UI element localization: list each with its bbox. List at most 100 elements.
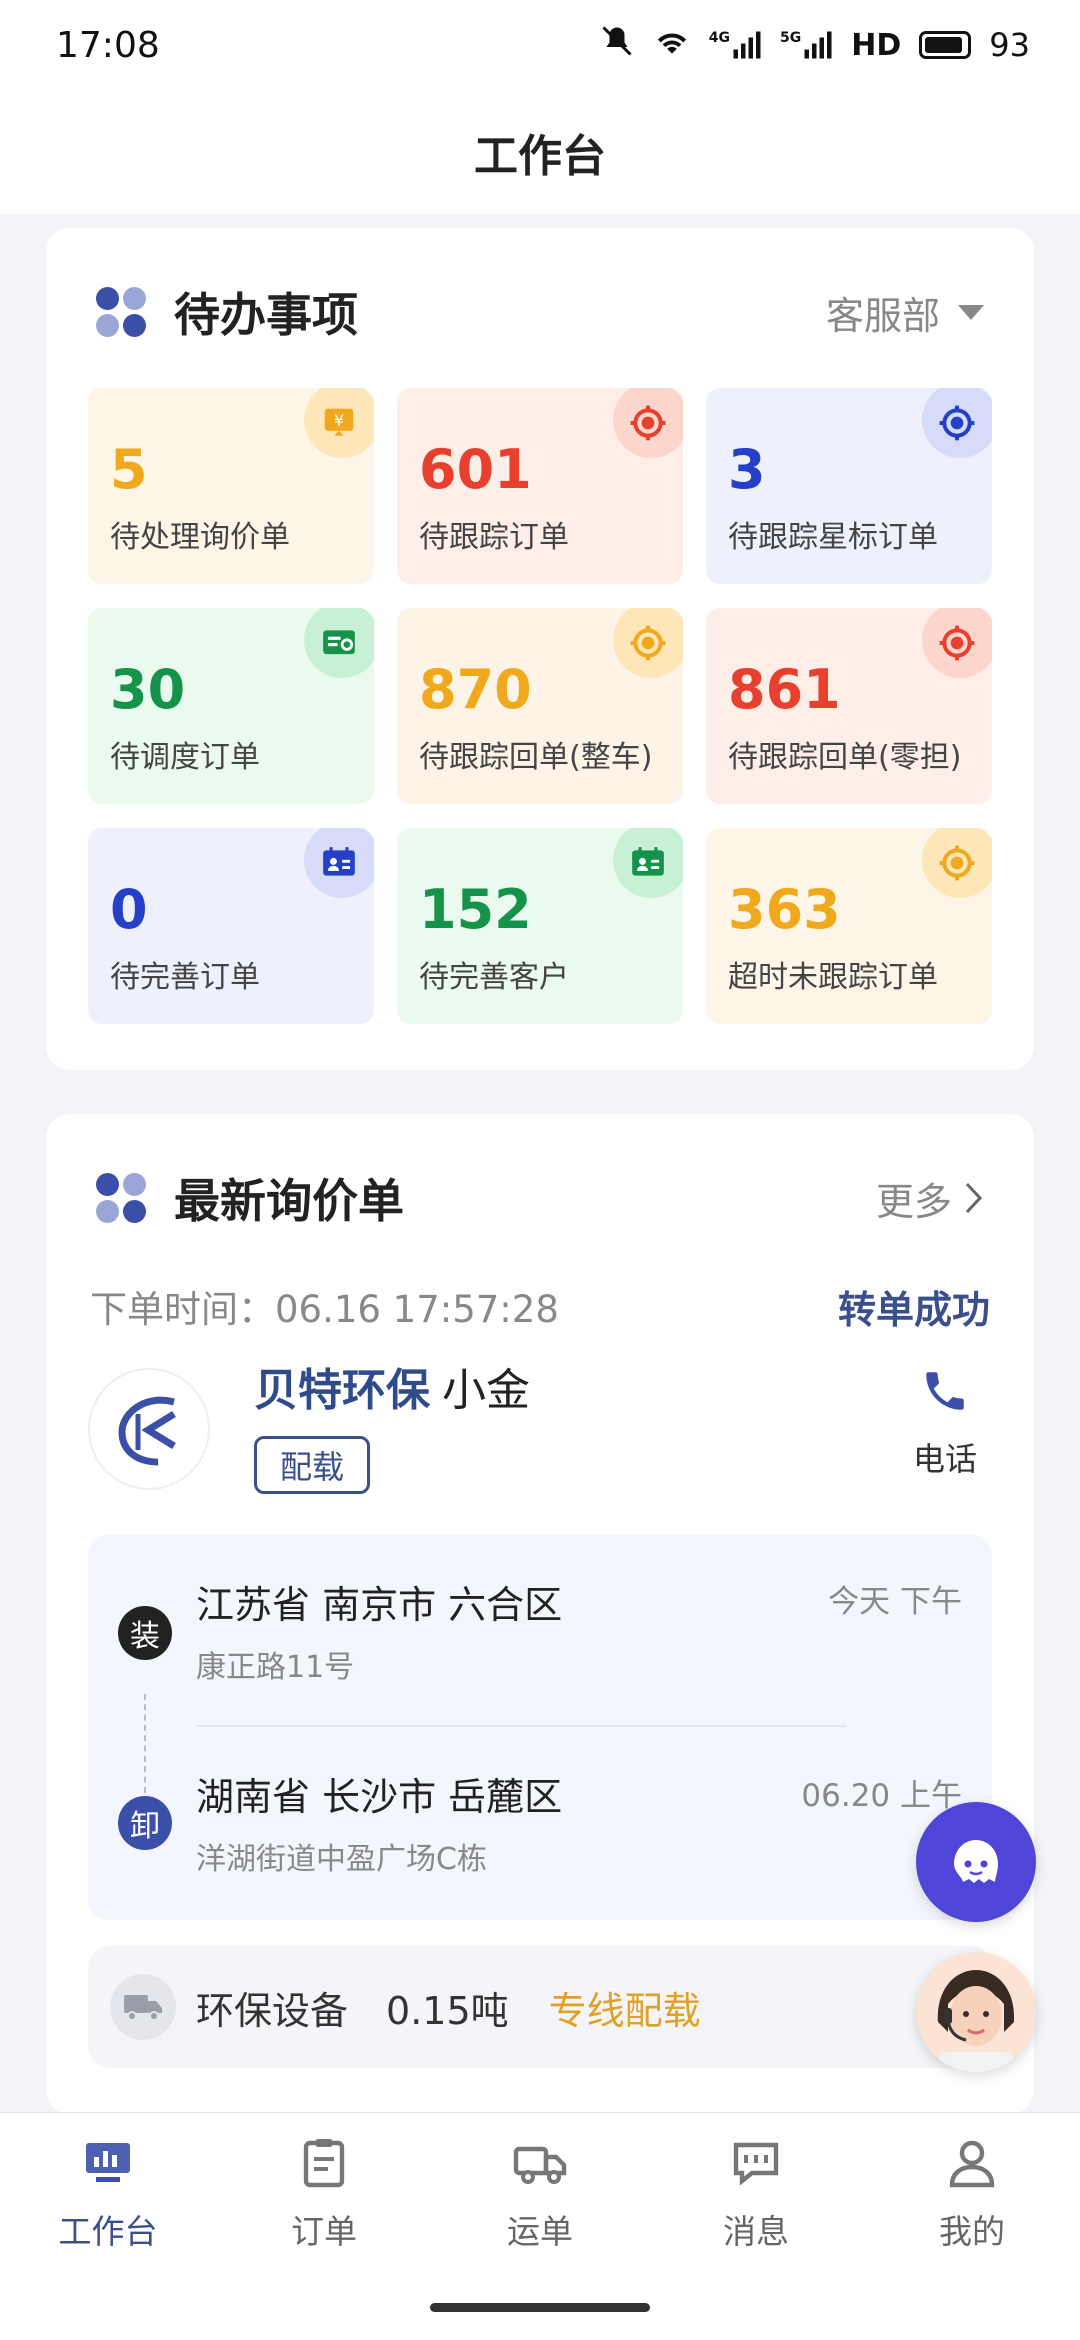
consolidation-tag: 配载 bbox=[254, 1436, 370, 1494]
tile-label: 待跟踪订单 bbox=[419, 520, 569, 555]
todo-tile[interactable]: 152 待完善客户 bbox=[397, 828, 683, 1024]
tile-count: 30 bbox=[110, 658, 186, 721]
inquiry-meta: 下单时间：06.16 17:57:28 转单成功 bbox=[90, 1276, 990, 1336]
phone-label: 电话 bbox=[912, 1440, 977, 1478]
todo-card: 待办事项 客服部 ¥5 待处理询价单 601 待跟踪订单 3 待跟踪星标订单 30 待调度订单… bbox=[46, 228, 1034, 1070]
department-label: 客服部 bbox=[825, 293, 940, 338]
load-city: 江苏省 南京市 六合区 bbox=[196, 1583, 563, 1627]
tile-label: 待处理询价单 bbox=[110, 520, 290, 555]
svg-text:¥: ¥ bbox=[334, 411, 344, 430]
company-row: 贝特环保 小金 bbox=[254, 1354, 530, 1418]
page-title: 工作台 bbox=[474, 131, 606, 182]
battery-icon bbox=[919, 31, 972, 59]
tile-label: 待跟踪回单(零担) bbox=[728, 740, 962, 775]
home-indicator[interactable] bbox=[430, 2303, 650, 2312]
unload-badge: 卸 bbox=[118, 1796, 172, 1850]
todo-tile[interactable]: 3 待跟踪星标订单 bbox=[706, 388, 992, 584]
todo-tile[interactable]: 870 待跟踪回单(整车) bbox=[397, 608, 683, 804]
truck-icon bbox=[110, 1974, 176, 2040]
ghost-bot-icon bbox=[954, 1840, 998, 1883]
target-icon bbox=[613, 608, 683, 678]
dashboard-icon bbox=[80, 2135, 136, 2195]
nav-item[interactable]: 订单 bbox=[234, 2135, 414, 2253]
nav-item[interactable]: 我的 bbox=[882, 2135, 1062, 2253]
ai-assistant-button[interactable] bbox=[916, 1802, 1036, 1922]
yen-tag-icon: ¥ bbox=[304, 388, 374, 458]
nav-label: 我的 bbox=[939, 2212, 1005, 2251]
unload-time: 06.20 上午 bbox=[801, 1778, 962, 1814]
route-box: 装 江苏省 南京市 六合区 康正路11号 今天 下午 卸 湖南省 长沙市 岳麓区… bbox=[88, 1534, 992, 1920]
tile-count: 152 bbox=[419, 878, 532, 941]
load-address: 康正路11号 bbox=[196, 1650, 355, 1685]
company-name: 贝特环保 bbox=[254, 1365, 430, 1416]
todo-title: 待办事项 bbox=[174, 288, 358, 342]
load-time: 今天 下午 bbox=[828, 1584, 962, 1620]
nav-item[interactable]: 消息 bbox=[666, 2135, 846, 2253]
phone-icon bbox=[926, 1372, 964, 1410]
cargo-name: 环保设备 bbox=[196, 1988, 349, 2033]
unload-city: 湖南省 长沙市 岳麓区 bbox=[196, 1775, 563, 1819]
tile-count: 861 bbox=[728, 658, 841, 721]
clipboard-icon bbox=[296, 2135, 352, 2195]
grid-icon bbox=[96, 287, 146, 337]
target-icon bbox=[922, 828, 992, 898]
nav-item[interactable]: 工作台 bbox=[18, 2135, 198, 2253]
target-icon bbox=[922, 608, 992, 678]
tile-label: 超时未跟踪订单 bbox=[728, 960, 938, 995]
unload-address: 洋湖街道中盈广场C栋 bbox=[196, 1842, 487, 1877]
status-icons: 4G 5G HD 93 bbox=[599, 23, 1030, 67]
inquiry-header: 最新询价单 更多 bbox=[96, 1168, 984, 1228]
phone-button[interactable]: 电话 bbox=[900, 1366, 990, 1480]
grid-icon bbox=[96, 1173, 146, 1223]
inquiry-card: 最新询价单 更多 下单时间：06.16 17:57:28 转单成功 贝特环保 小… bbox=[46, 1114, 1034, 2114]
company-logo bbox=[88, 1368, 210, 1490]
target-icon bbox=[613, 388, 683, 458]
department-dropdown[interactable]: 客服部 bbox=[826, 285, 984, 340]
nav-label: 工作台 bbox=[58, 2212, 158, 2251]
status-bar: 17:08 4G 5G HD 93 bbox=[0, 0, 1080, 90]
tile-count: 0 bbox=[110, 878, 148, 941]
tile-label: 待跟踪星标订单 bbox=[728, 520, 938, 555]
tile-count: 3 bbox=[728, 438, 766, 501]
todo-tile[interactable]: ¥5 待处理询价单 bbox=[88, 388, 374, 584]
tile-label: 待跟踪回单(整车) bbox=[419, 740, 653, 775]
message-icon bbox=[728, 2135, 784, 2195]
tile-label: 待调度订单 bbox=[110, 740, 260, 775]
cargo-bar: 环保设备 0.15吨 专线配载 bbox=[88, 1946, 992, 2068]
route-divider bbox=[196, 1725, 846, 1727]
nav-label: 消息 bbox=[723, 2212, 789, 2251]
contact-name: 小金 bbox=[442, 1365, 530, 1416]
todo-tile[interactable]: 861 待跟踪回单(零担) bbox=[706, 608, 992, 804]
todo-tile[interactable]: 363 超时未跟踪订单 bbox=[706, 828, 992, 1024]
todo-tiles: ¥5 待处理询价单 601 待跟踪订单 3 待跟踪星标订单 30 待调度订单 870 待跟踪回单(… bbox=[88, 388, 992, 1024]
chevron-right-icon bbox=[965, 1182, 983, 1214]
nav-item[interactable]: 运单 bbox=[450, 2135, 630, 2253]
inquiry-title: 最新询价单 bbox=[174, 1174, 404, 1228]
signal-5g-icon: 5G bbox=[780, 30, 833, 60]
todo-tile[interactable]: 601 待跟踪订单 bbox=[397, 388, 683, 584]
nav-label: 运单 bbox=[507, 2212, 573, 2251]
nav-items: 工作台 订单 运单 消息 我的 bbox=[0, 2113, 1080, 2253]
wifi-icon bbox=[653, 25, 691, 65]
todo-tile[interactable]: 0 待完善订单 bbox=[88, 828, 374, 1024]
user-icon bbox=[944, 2135, 1000, 2195]
dispatch-icon bbox=[304, 608, 374, 678]
target-icon bbox=[922, 388, 992, 458]
network-5g-label: 5G bbox=[780, 30, 802, 46]
status-time: 17:08 bbox=[56, 24, 160, 66]
tile-count: 363 bbox=[728, 878, 841, 941]
title-bar: 工作台 bbox=[0, 90, 1080, 214]
more-link[interactable]: 更多 bbox=[876, 1171, 984, 1226]
agent-avatar-icon bbox=[916, 1952, 1036, 2072]
tile-label: 待完善客户 bbox=[419, 960, 569, 995]
customer-service-avatar[interactable] bbox=[916, 1952, 1036, 2072]
tile-count: 5 bbox=[110, 438, 148, 501]
id-card-icon bbox=[613, 828, 683, 898]
caret-down-icon bbox=[958, 304, 984, 320]
id-card-icon bbox=[304, 828, 374, 898]
signal-4g-icon: 4G bbox=[709, 30, 762, 60]
more-label: 更多 bbox=[875, 1179, 952, 1224]
cargo-mode: 专线配载 bbox=[548, 1988, 701, 2033]
battery-level: 93 bbox=[989, 26, 1030, 64]
todo-tile[interactable]: 30 待调度订单 bbox=[88, 608, 374, 804]
